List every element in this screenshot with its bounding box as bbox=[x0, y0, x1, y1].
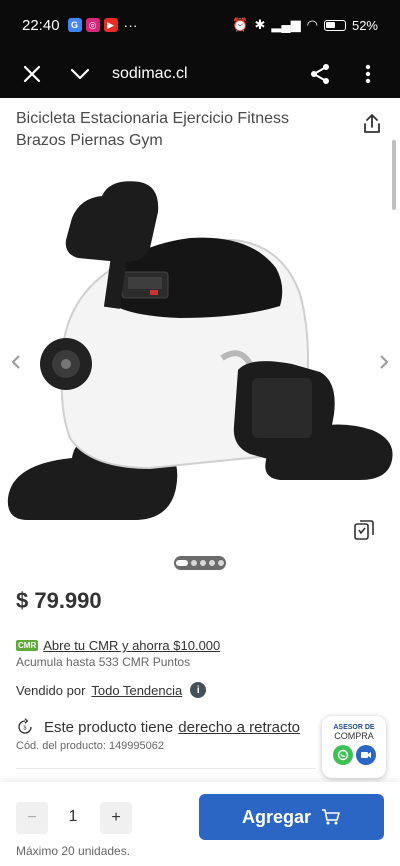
gallery-prev-button[interactable] bbox=[6, 350, 26, 374]
max-units-note: Máximo 20 unidades. bbox=[16, 844, 131, 858]
battery-icon bbox=[323, 19, 346, 31]
whatsapp-icon[interactable] bbox=[332, 745, 353, 765]
shopping-advisor-widget[interactable]: ASESOR DE COMPRA bbox=[322, 716, 386, 778]
cmr-points: Acumula hasta 533 CMR Puntos bbox=[16, 655, 191, 669]
more-notifications-icon: ··· bbox=[123, 17, 138, 33]
cmr-badge: CMR bbox=[16, 640, 39, 651]
google-icon: G bbox=[67, 18, 82, 32]
cmr-offer-row: CMR Abre tu CMR y ahorra $10.000 bbox=[16, 638, 220, 653]
video-icon[interactable] bbox=[355, 745, 376, 765]
youtube-icon: ▶ bbox=[103, 18, 118, 32]
gallery-pagination[interactable] bbox=[174, 556, 226, 570]
gallery-dot[interactable] bbox=[191, 560, 197, 566]
product-gallery[interactable] bbox=[0, 168, 400, 578]
more-vert-icon bbox=[365, 64, 371, 84]
retracto-link[interactable]: derecho a retracto bbox=[178, 719, 300, 736]
chevron-right-icon bbox=[380, 355, 389, 369]
chevron-left-icon bbox=[11, 355, 20, 369]
collapse-button[interactable] bbox=[56, 50, 104, 98]
retracto-text: Este producto tiene bbox=[44, 718, 174, 736]
quantity-increase-button[interactable]: + bbox=[100, 802, 132, 834]
collection-icon[interactable] bbox=[352, 518, 376, 542]
gallery-dot[interactable] bbox=[218, 560, 224, 566]
info-icon[interactable]: i bbox=[190, 682, 207, 698]
gallery-next-button[interactable] bbox=[374, 350, 394, 374]
product-code: Cód. del producto: 149995062 bbox=[16, 740, 165, 752]
seller-row: Vendido por Todo Tendencia i bbox=[16, 682, 207, 698]
more-options-button[interactable] bbox=[344, 50, 392, 98]
product-image bbox=[7, 181, 393, 520]
add-to-cart-bar: − 1 + Agregar Máximo 20 unidades. bbox=[0, 782, 400, 866]
wifi-icon: ◠ bbox=[306, 17, 318, 32]
svg-text:$: $ bbox=[24, 725, 27, 731]
advisor-line2: COMPRA bbox=[334, 731, 374, 741]
signal-icon: ▂▄▆ bbox=[271, 17, 301, 32]
cmr-offer-link[interactable]: Abre tu CMR y ahorra $10.000 bbox=[43, 638, 220, 653]
bluetooth-icon: ✱ bbox=[254, 17, 266, 32]
share-button[interactable] bbox=[296, 50, 344, 98]
section-divider bbox=[16, 768, 316, 769]
sold-by-label: Vendido por bbox=[16, 682, 86, 698]
advisor-line1: ASESOR DE bbox=[333, 724, 375, 731]
cart-icon bbox=[322, 809, 340, 825]
browser-bar: sodimac.cl bbox=[0, 50, 400, 98]
product-price: $ 79.990 bbox=[16, 588, 102, 613]
alarm-icon: ⏰ bbox=[232, 17, 249, 32]
battery-level: 52% bbox=[351, 17, 378, 33]
quantity-decrease-button[interactable]: − bbox=[16, 802, 48, 834]
upload-share-icon[interactable] bbox=[360, 112, 384, 136]
gallery-dot-active[interactable] bbox=[176, 560, 188, 566]
status-bar: 22:40 G ◎ ▶ ··· ⏰ ✱ ▂▄▆ ◠ 52% bbox=[0, 0, 400, 50]
seller-link[interactable]: Todo Tendencia bbox=[91, 683, 182, 698]
status-right: ⏰ ✱ ▂▄▆ ◠ 52% bbox=[232, 17, 378, 33]
browser-url[interactable]: sodimac.cl bbox=[112, 65, 296, 83]
product-header: Bicicleta Estacionaria Ejercicio Fitness… bbox=[16, 108, 384, 152]
product-title: Bicicleta Estacionaria Ejercicio Fitness… bbox=[16, 110, 289, 149]
quantity-value[interactable]: 1 bbox=[60, 808, 86, 826]
return-icon: $ bbox=[18, 718, 32, 734]
status-time: 22:40 bbox=[22, 16, 60, 34]
close-icon bbox=[23, 65, 41, 83]
chevron-down-icon bbox=[70, 68, 90, 80]
instagram-icon: ◎ bbox=[85, 18, 100, 32]
add-to-cart-button[interactable]: Agregar bbox=[199, 794, 384, 840]
share-icon bbox=[311, 64, 329, 84]
gallery-dot[interactable] bbox=[209, 560, 215, 566]
gallery-dot[interactable] bbox=[200, 560, 206, 566]
retracto-row: $ Este producto tiene derecho a retracto bbox=[16, 718, 300, 736]
close-button[interactable] bbox=[8, 50, 56, 98]
add-to-cart-label: Agregar bbox=[241, 806, 312, 827]
